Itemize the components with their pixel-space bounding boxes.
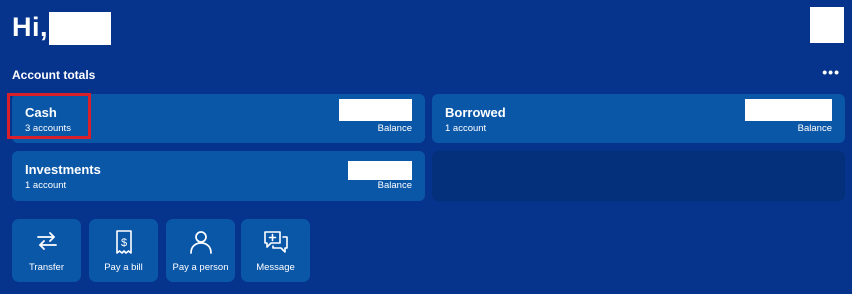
transfer-label: Transfer bbox=[28, 262, 65, 273]
pay-a-bill-label: Pay a bill bbox=[104, 262, 143, 273]
borrowed-balance-label: Balance bbox=[797, 123, 832, 134]
redacted-profile-avatar[interactable] bbox=[810, 7, 844, 43]
redacted-investments-balance bbox=[348, 161, 412, 180]
cash-card-highlight bbox=[7, 93, 91, 139]
investments-card-title: Investments bbox=[25, 162, 101, 177]
more-options-button[interactable]: ••• bbox=[822, 64, 840, 80]
transfer-button[interactable]: Transfer bbox=[12, 219, 81, 282]
empty-card-slot bbox=[432, 151, 845, 201]
borrowed-card[interactable]: Borrowed 1 account Balance bbox=[432, 94, 845, 143]
borrowed-card-title: Borrowed bbox=[445, 105, 506, 120]
cash-balance-label: Balance bbox=[377, 123, 412, 134]
investments-card-count: 1 account bbox=[25, 180, 67, 191]
pay-a-bill-button[interactable]: $ Pay a bill bbox=[89, 219, 158, 282]
redacted-cash-balance bbox=[339, 99, 412, 121]
investments-balance-label: Balance bbox=[377, 180, 412, 191]
pay-a-person-button[interactable]: Pay a person bbox=[166, 219, 235, 282]
redacted-borrowed-balance bbox=[745, 99, 832, 121]
borrowed-card-count: 1 account bbox=[445, 123, 487, 134]
greeting-text: Hi, bbox=[12, 12, 49, 42]
message-button[interactable]: Message bbox=[241, 219, 310, 282]
message-label: Message bbox=[256, 262, 295, 273]
investments-card[interactable]: Investments 1 account Balance bbox=[12, 151, 425, 201]
redacted-name bbox=[49, 12, 111, 45]
svg-text:$: $ bbox=[120, 237, 126, 249]
pay-a-person-label: Pay a person bbox=[172, 262, 229, 273]
account-totals-title: Account totals bbox=[12, 68, 96, 82]
